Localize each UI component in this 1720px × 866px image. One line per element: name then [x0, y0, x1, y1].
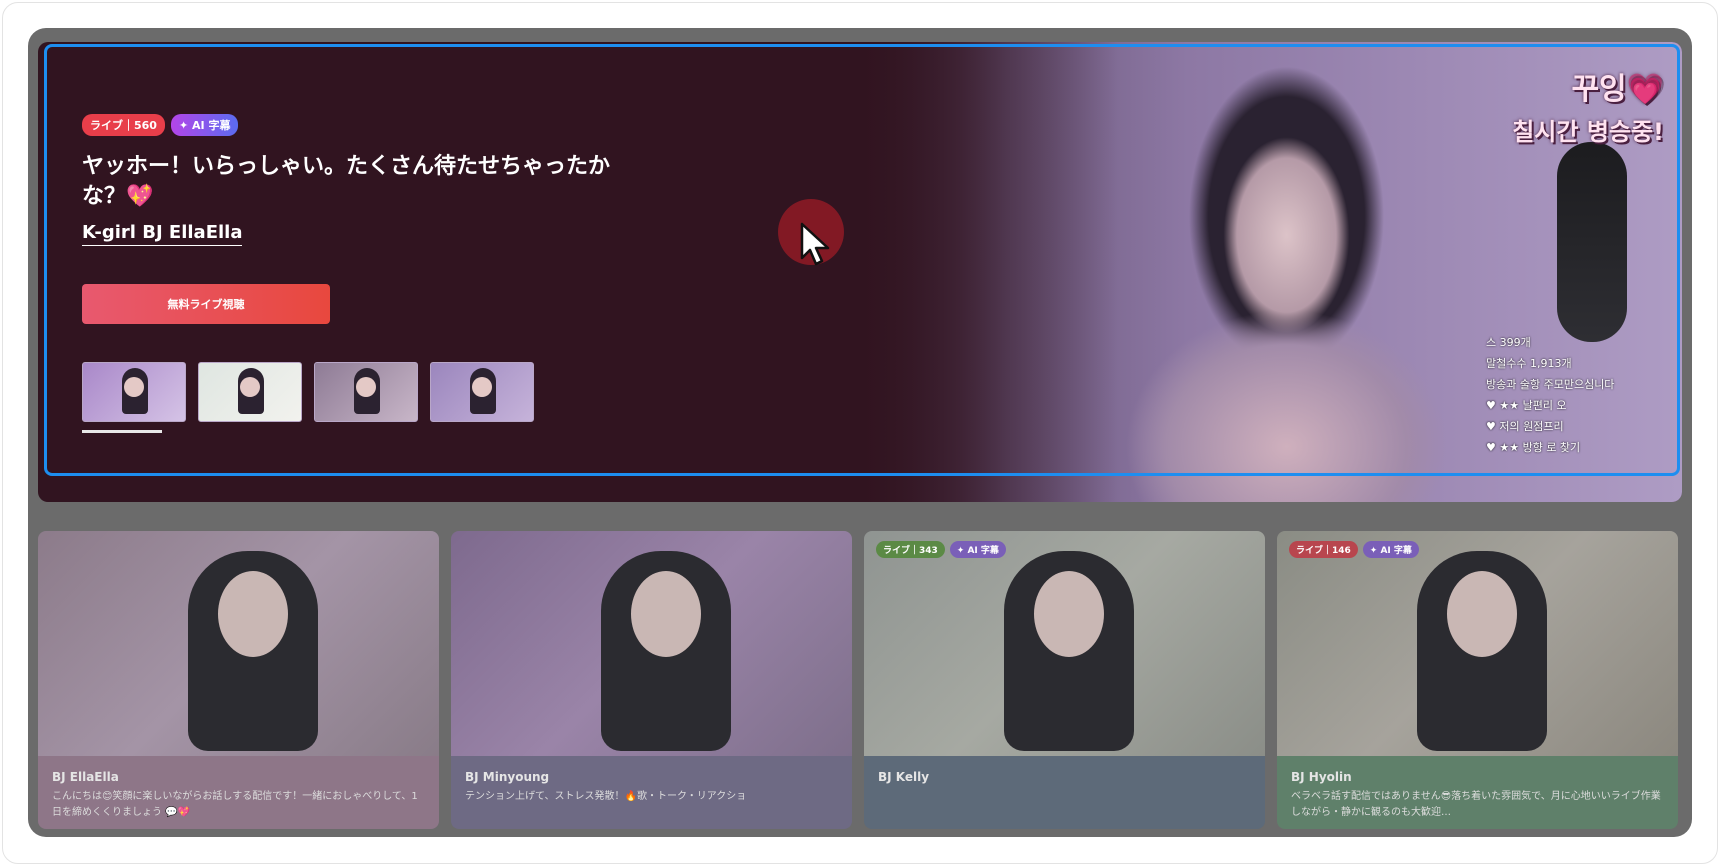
stream-card-thumbnail: [451, 531, 852, 756]
hero-thumbnail-4[interactable]: [430, 362, 534, 422]
chat-line: 스 399개: [1486, 336, 1531, 349]
streamer-face: [1034, 571, 1104, 657]
stream-card[interactable]: ライブ｜146 ✦ AI 字幕 BJ Hyolin ベラベラ話す配信ではありませ…: [1277, 531, 1678, 829]
live-viewers-badge: ライブ｜343: [876, 541, 945, 558]
thumbnail-active-indicator: [82, 430, 162, 433]
content-panel: 꾸잉💗 칠시간 병승중! 스 399개 말철수수 1,913개 방송과 술항 주…: [28, 28, 1692, 837]
stream-card-name: BJ EllaElla: [52, 770, 119, 784]
stream-card-description: テンション上げて、ストレス発散！🔥歌・トーク・リアクショ: [465, 791, 747, 802]
stream-card-info: BJ EllaElla こんにちは😊笑顔に楽しいながらお話しする配信です！一緒に…: [38, 756, 439, 829]
stream-card-name: BJ Kelly: [878, 770, 930, 784]
stream-card-badges: ライブ｜343 ✦ AI 字幕: [876, 541, 1006, 558]
stream-card-thumbnail: ライブ｜343 ✦ AI 字幕: [864, 531, 1265, 756]
stream-card-description: こんにちは😊笑顔に楽しいながらお話しする配信です！一緒におしゃべりして、1日を締…: [52, 791, 418, 818]
hero-thumbnail-3[interactable]: [314, 362, 418, 422]
stream-card[interactable]: BJ Minyoung テンション上げて、ストレス発散！🔥歌・トーク・リアクショ: [451, 531, 852, 829]
ai-subtitle-badge: ✦ AI 字幕: [1362, 541, 1419, 558]
live-viewers-badge: ライブ｜146: [1289, 541, 1358, 558]
chat-line: 방송과 술항 주모만으심니다: [1486, 378, 1615, 391]
hero-badges: ライブ｜560 ✦ AI 字幕: [82, 114, 239, 136]
hero-banner[interactable]: 꾸잉💗 칠시간 병승중! 스 399개 말철수수 1,913개 방송과 술항 주…: [38, 42, 1682, 502]
stream-card-thumbnail: ライブ｜146 ✦ AI 字幕: [1277, 531, 1678, 756]
free-live-watch-button[interactable]: 無料ライブ視聴: [82, 284, 330, 324]
chat-line: ♥ ★★ 날편리 오: [1486, 399, 1567, 412]
hero-thumbnail-1[interactable]: [82, 362, 186, 422]
stream-card[interactable]: ライブ｜343 ✦ AI 字幕 BJ Kelly: [864, 531, 1265, 829]
stream-card-info: BJ Minyoung テンション上げて、ストレス発散！🔥歌・トーク・リアクショ: [451, 756, 852, 829]
stream-overlay-text: 꾸잉💗 칠시간 병승중!: [1512, 64, 1664, 147]
overlay-line-1: 꾸잉💗: [1571, 72, 1664, 107]
stream-card-info: BJ Hyolin ベラベラ話す配信ではありません😎落ち着いた雰囲気で、月に心地…: [1277, 756, 1678, 829]
stream-card-thumbnail: [38, 531, 439, 756]
streamer-face: [218, 571, 288, 657]
microphone-image: [1557, 142, 1627, 342]
hero-stream-preview[interactable]: 꾸잉💗 칠시간 병승중! 스 399개 말철수수 1,913개 방송과 술항 주…: [858, 42, 1682, 502]
stream-card-list: BJ EllaElla こんにちは😊笑顔に楽しいながらお話しする配信です！一緒に…: [38, 531, 1678, 829]
overlay-line-2: 칠시간 병승중!: [1512, 118, 1664, 146]
stream-card-info: BJ Kelly: [864, 756, 1265, 829]
stream-card[interactable]: BJ EllaElla こんにちは😊笑顔に楽しいながらお話しする配信です！一緒に…: [38, 531, 439, 829]
hero-title: ヤッホー！いらっしゃい。たくさん待たせちゃったかな？💖: [82, 154, 611, 209]
streamer-name-link[interactable]: K-girl BJ EllaElla: [82, 222, 243, 246]
ai-subtitle-badge: ✦ AI 字幕: [170, 114, 239, 136]
chat-line: 말철수수 1,913개: [1486, 357, 1572, 370]
chat-line: ♥ 저의 원점프리: [1486, 420, 1564, 433]
streamer-face: [631, 571, 701, 657]
live-viewers-badge: ライブ｜560: [82, 114, 165, 136]
ai-subtitle-badge: ✦ AI 字幕: [949, 541, 1006, 558]
chat-line: ♥ ★★ 방향 로 찾기: [1486, 441, 1581, 454]
mouse-pointer-icon: [800, 222, 830, 266]
stream-card-name: BJ Minyoung: [465, 770, 550, 784]
hero-thumbnail-2[interactable]: [198, 362, 302, 422]
stream-card-description: ベラベラ話す配信ではありません😎落ち着いた雰囲気で、月に心地いいライブ作業しなが…: [1291, 791, 1661, 818]
hero-thumbnail-strip: [82, 362, 534, 422]
stream-card-name: BJ Hyolin: [1291, 770, 1352, 784]
stream-card-badges: ライブ｜146 ✦ AI 字幕: [1289, 541, 1419, 558]
stream-chat-overlay: 스 399개 말철수수 1,913개 방송과 술항 주모만으심니다 ♥ ★★ 날…: [1486, 332, 1666, 458]
streamer-face: [1447, 571, 1517, 657]
hero-fade: [858, 42, 1118, 502]
